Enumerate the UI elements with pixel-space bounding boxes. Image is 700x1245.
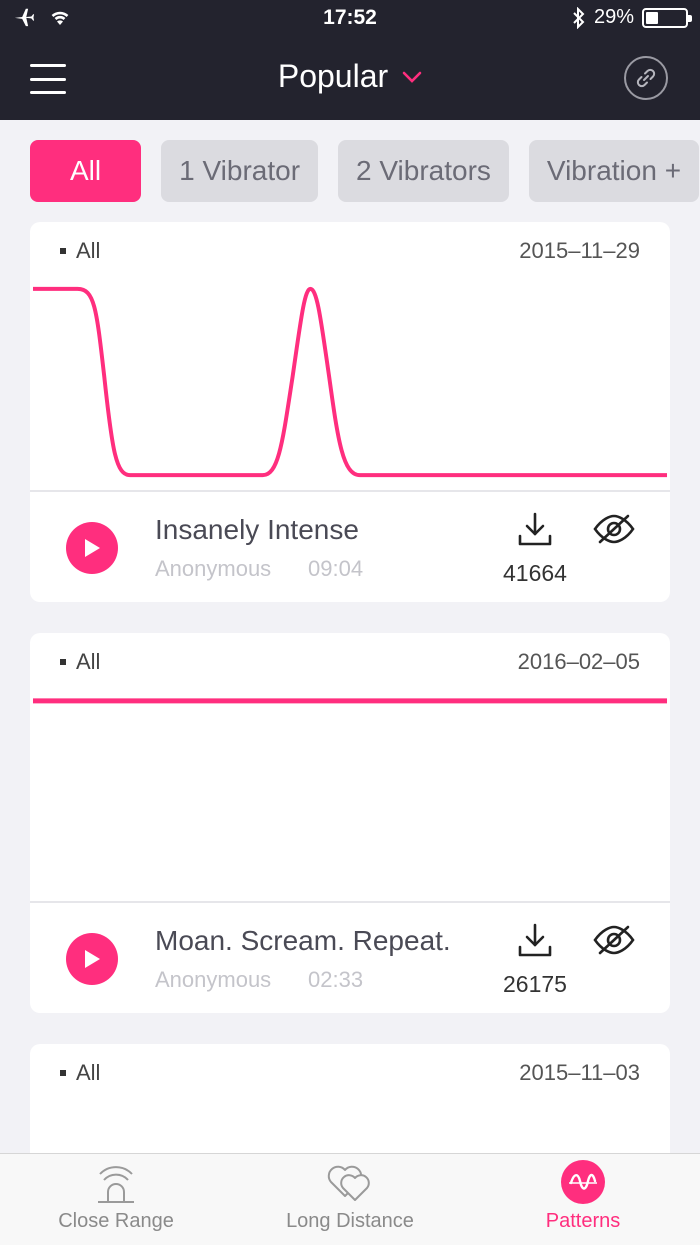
battery-percent: 29% <box>593 6 634 28</box>
top-bar: 17:52 29% Popular <box>0 0 700 120</box>
tab-patterns[interactable]: Patterns <box>503 1154 663 1245</box>
download-icon[interactable] <box>515 510 555 550</box>
pattern-category: All <box>76 649 101 674</box>
sort-selector[interactable]: Popular <box>0 58 700 95</box>
page-title: Popular <box>277 58 389 94</box>
pattern-author: Anonymous <box>155 556 272 581</box>
pattern-duration: 09:04 <box>308 556 364 581</box>
link-icon <box>636 68 656 88</box>
pattern-waveform <box>30 286 670 492</box>
tab-close-range[interactable]: Close Range <box>36 1154 196 1245</box>
chevron-down-icon <box>402 71 422 83</box>
tab-bar: Close Range Long Distance Patterns <box>0 1153 700 1245</box>
pattern-date: 2016–02–05 <box>517 649 640 674</box>
filter-chips: All 1 Vibrator 2 Vibrators Vibration + <box>30 140 700 202</box>
tab-label: Close Range <box>58 1210 174 1232</box>
bullet-icon <box>60 1070 66 1076</box>
pattern-author: Anonymous <box>155 967 272 992</box>
play-button[interactable] <box>66 522 118 574</box>
long-distance-icon <box>327 1165 370 1201</box>
tab-label: Long Distance <box>286 1210 414 1232</box>
filter-chip-1-vibrator[interactable]: 1 Vibrator <box>161 140 319 202</box>
filter-chip-vibration-plus[interactable]: Vibration + <box>528 140 700 202</box>
pattern-category: All <box>76 1060 101 1085</box>
eye-off-icon[interactable] <box>592 512 636 546</box>
pattern-waveform <box>30 698 670 903</box>
pattern-name: Insanely Intense <box>155 514 359 545</box>
status-bar: 17:52 29% <box>0 0 700 38</box>
eye-off-icon[interactable] <box>592 923 636 957</box>
tab-long-distance[interactable]: Long Distance <box>270 1154 430 1245</box>
pattern-category: All <box>76 238 101 263</box>
tab-label: Patterns <box>545 1210 621 1232</box>
bullet-icon <box>60 248 66 254</box>
bullet-icon <box>60 659 66 665</box>
pattern-duration: 02:33 <box>308 967 364 992</box>
app-header: Popular <box>0 40 700 120</box>
play-icon <box>85 950 100 968</box>
link-button[interactable] <box>624 56 668 100</box>
download-icon[interactable] <box>515 921 555 961</box>
bluetooth-icon <box>573 6 585 29</box>
play-icon <box>85 539 100 557</box>
pattern-card[interactable]: All 2015–11–29 Insanely Intense Anonymou… <box>30 222 670 602</box>
download-count: 26175 <box>503 971 567 997</box>
play-button[interactable] <box>66 933 118 985</box>
pattern-card[interactable]: All 2016–02–05 Moan. Scream. Repeat. Ano… <box>30 633 670 1013</box>
pattern-name: Moan. Scream. Repeat. <box>155 925 451 956</box>
pattern-date: 2015–11–29 <box>519 238 640 263</box>
pattern-date: 2015–11–03 <box>519 1060 640 1085</box>
pattern-card[interactable]: All 2015–11–03 <box>30 1044 670 1153</box>
filter-chip-all[interactable]: All <box>30 140 142 202</box>
download-count: 41664 <box>503 560 567 586</box>
filter-chip-2-vibrators[interactable]: 2 Vibrators <box>338 140 509 202</box>
patterns-icon <box>561 1160 605 1204</box>
close-range-icon <box>98 1166 134 1203</box>
battery-icon <box>642 7 692 28</box>
